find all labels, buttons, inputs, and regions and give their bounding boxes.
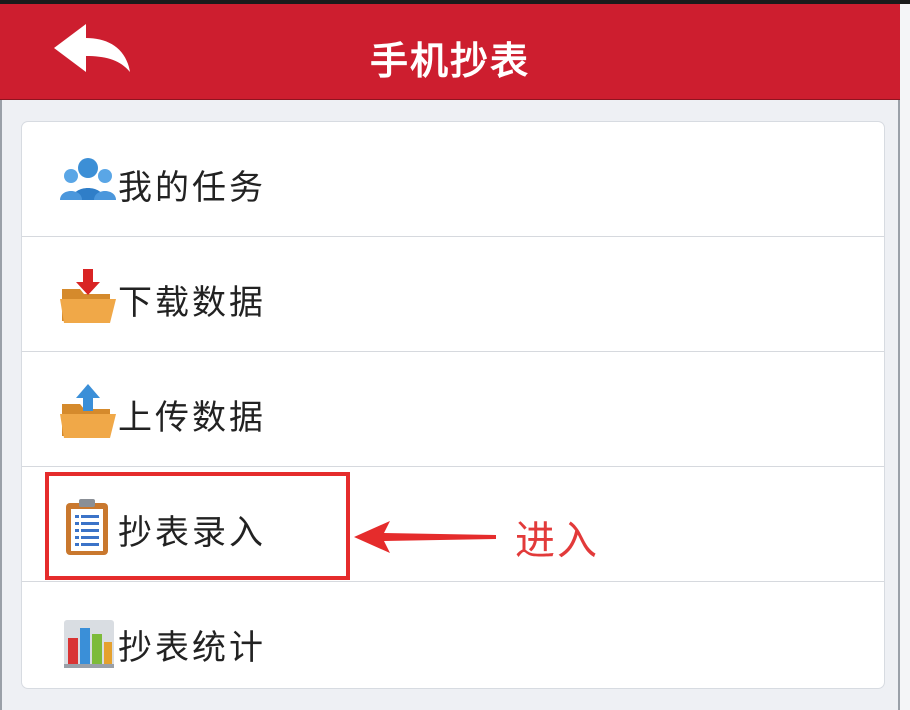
folder-upload-icon	[60, 384, 116, 438]
page-title: 手机抄表	[369, 39, 530, 83]
menu-item-label: 我的任务	[118, 168, 266, 208]
app-header: 手机抄表	[0, 4, 900, 100]
menu-item-label: 下载数据	[118, 283, 266, 323]
menu-item-upload-data[interactable]: 上传数据	[22, 352, 884, 467]
menu-list: 我的任务 下载数据 上传数据 抄表录入 抄表统计	[22, 122, 884, 688]
menu-item-meter-stats[interactable]: 抄表统计	[22, 582, 884, 688]
menu-item-my-tasks[interactable]: 我的任务	[22, 122, 884, 237]
annotation-label: 进入	[515, 518, 599, 564]
bar-chart-icon	[64, 620, 114, 668]
folder-download-icon	[60, 269, 116, 323]
menu-item-label: 上传数据	[118, 398, 266, 438]
highlight-box	[45, 472, 350, 580]
edge-strip	[900, 0, 910, 710]
menu-item-download-data[interactable]: 下载数据	[22, 237, 884, 352]
pointer-arrow-icon	[354, 521, 496, 553]
users-icon	[60, 158, 116, 200]
menu-item-label: 抄表统计	[118, 628, 266, 668]
